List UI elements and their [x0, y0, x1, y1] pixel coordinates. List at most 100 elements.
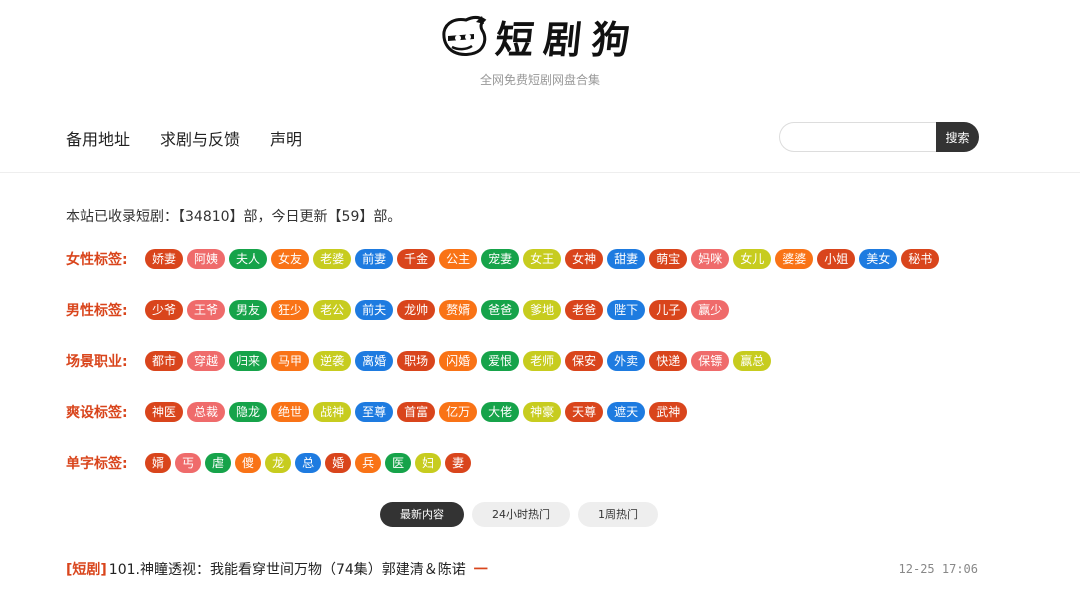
tag-pill[interactable]: 萌宝	[649, 249, 688, 269]
tag-pill[interactable]: 夫人	[229, 249, 268, 269]
logo-text: 短剧狗	[493, 16, 643, 62]
tag-pill[interactable]: 前夫	[355, 300, 394, 320]
tag-pill[interactable]: 陛下	[607, 300, 646, 320]
tag-pill[interactable]: 绝世	[271, 402, 310, 422]
tag-pill[interactable]: 妇	[415, 453, 442, 473]
tag-pill[interactable]: 甜妻	[607, 249, 646, 269]
tag-pill[interactable]: 婚	[325, 453, 352, 473]
tag-pill[interactable]: 老公	[313, 300, 352, 320]
tag-pill[interactable]: 女神	[565, 249, 604, 269]
tag-pill[interactable]: 公主	[439, 249, 478, 269]
header-divider	[0, 172, 1080, 173]
tag-pill[interactable]: 都市	[145, 351, 184, 371]
tag-pill[interactable]: 总裁	[187, 402, 226, 422]
site-logo[interactable]: 短剧狗	[0, 10, 1080, 62]
tag-pill[interactable]: 丐	[175, 453, 202, 473]
tag-row-male: 男性标签: 少爷 王爷 男友 狂少 老公 前夫 龙帅 赘婿 爸爸 爹地 老爸 陛下 儿子 赢少	[66, 300, 730, 320]
tag-pill[interactable]: 狂少	[271, 300, 310, 320]
tag-row-label: 男性标签:	[66, 303, 128, 319]
tag-pill[interactable]: 傻	[235, 453, 262, 473]
tag-pill[interactable]: 前妻	[355, 249, 394, 269]
tag-pill[interactable]: 龙	[265, 453, 292, 473]
tag-pill[interactable]: 男友	[229, 300, 268, 320]
tag-pill[interactable]: 爹地	[523, 300, 562, 320]
tag-pill[interactable]: 秘书	[901, 249, 940, 269]
tag-pill[interactable]: 婆婆	[775, 249, 814, 269]
tag-pill[interactable]: 老婆	[313, 249, 352, 269]
tag-pill[interactable]: 宠妻	[481, 249, 520, 269]
search-button[interactable]: 搜索	[936, 122, 979, 152]
tag-pill[interactable]: 逆袭	[313, 351, 352, 371]
tag-pill[interactable]: 赢少	[691, 300, 730, 320]
tag-pill[interactable]: 赢总	[733, 351, 772, 371]
tag-row-single-char: 单字标签: 婿丐虐傻龙总婚兵医妇妻	[66, 453, 472, 473]
tag-pill[interactable]: 赘婿	[439, 300, 478, 320]
tag-row-label: 爽设标签:	[66, 405, 128, 421]
tag-pill[interactable]: 爸爸	[481, 300, 520, 320]
tag-pill[interactable]: 娇妻	[145, 249, 184, 269]
nav-item-request-feedback[interactable]: 求剧与反馈	[160, 126, 240, 150]
tag-pill[interactable]: 阿姨	[187, 249, 226, 269]
tab-24h-hot[interactable]: 24小时热门	[472, 502, 570, 527]
tag-pill[interactable]: 兵	[355, 453, 382, 473]
tag-pill[interactable]: 龙帅	[397, 300, 436, 320]
tag-pill[interactable]: 首富	[397, 402, 436, 422]
tag-pill[interactable]: 归来	[229, 351, 268, 371]
tag-pill[interactable]: 妈咪	[691, 249, 730, 269]
tag-pill[interactable]: 保镖	[691, 351, 730, 371]
tag-pill[interactable]: 神豪	[523, 402, 562, 422]
nav-item-backup-address[interactable]: 备用地址	[66, 126, 130, 150]
tag-pill[interactable]: 美女	[859, 249, 898, 269]
tag-list: 神医 总裁 隐龙 绝世 战神 至尊 首富 亿万 大佬 神豪 天尊 遮天 武神	[145, 402, 688, 422]
tab-latest[interactable]: 最新内容	[380, 502, 464, 527]
dog-icon	[442, 15, 487, 56]
tag-pill[interactable]: 婿	[145, 453, 172, 473]
tag-pill[interactable]: 保安	[565, 351, 604, 371]
tag-pill[interactable]: 外卖	[607, 351, 646, 371]
tag-pill[interactable]: 妻	[445, 453, 472, 473]
tag-row-female: 女性标签: 娇妻 阿姨 夫人 女友 老婆 前妻 千金 公主 宠妻 女王 女神 甜妻 萌宝 妈咪 女儿 婆婆 小姐…	[66, 249, 940, 269]
tag-pill[interactable]: 医	[385, 453, 412, 473]
tag-row-power: 爽设标签: 神医 总裁 隐龙 绝世 战神 至尊 首富 亿万 大佬 神豪 天尊 遮天 武神	[66, 402, 688, 422]
tag-pill[interactable]: 快递	[649, 351, 688, 371]
list-item[interactable]: [短剧] 101.神瞳透视：我能看穿世间万物（74集）郭建清＆陈诺 一 12-2…	[66, 559, 978, 579]
tag-pill[interactable]: 老师	[523, 351, 562, 371]
tag-pill[interactable]: 闪婚	[439, 351, 478, 371]
tag-pill[interactable]: 神医	[145, 402, 184, 422]
tag-pill[interactable]: 至尊	[355, 402, 394, 422]
tag-pill[interactable]: 离婚	[355, 351, 394, 371]
tag-pill[interactable]: 战神	[313, 402, 352, 422]
tag-pill[interactable]: 千金	[397, 249, 436, 269]
search-input[interactable]	[779, 122, 936, 152]
tag-pill[interactable]: 隐龙	[229, 402, 268, 422]
tag-row-label: 单字标签:	[66, 456, 128, 472]
tag-pill[interactable]: 儿子	[649, 300, 688, 320]
tag-pill[interactable]: 女儿	[733, 249, 772, 269]
tag-pill[interactable]: 大佬	[481, 402, 520, 422]
tag-pill[interactable]: 女友	[271, 249, 310, 269]
main-nav: 备用地址 求剧与反馈 声明	[66, 126, 302, 150]
tag-pill[interactable]: 穿越	[187, 351, 226, 371]
tag-pill[interactable]: 女王	[523, 249, 562, 269]
tag-pill[interactable]: 亿万	[439, 402, 478, 422]
tag-pill[interactable]: 遮天	[607, 402, 646, 422]
item-title[interactable]: 101.神瞳透视：我能看穿世间万物（74集）郭建清＆陈诺	[109, 559, 466, 579]
tag-pill[interactable]: 总	[295, 453, 322, 473]
content-tabs: 最新内容 24小时热门 1周热门	[380, 502, 658, 527]
tag-pill[interactable]: 少爷	[145, 300, 184, 320]
site-subtitle: 全网免费短剧网盘合集	[479, 73, 600, 87]
tag-pill[interactable]: 小姐	[817, 249, 856, 269]
tab-week-hot[interactable]: 1周热门	[578, 502, 658, 527]
tag-pill[interactable]: 天尊	[565, 402, 604, 422]
nav-item-statement[interactable]: 声明	[270, 126, 302, 150]
item-category[interactable]: [短剧]	[66, 559, 107, 579]
tag-pill[interactable]: 马甲	[271, 351, 310, 371]
tag-pill[interactable]: 武神	[649, 402, 688, 422]
tag-pill[interactable]: 职场	[397, 351, 436, 371]
tag-pill[interactable]: 爱恨	[481, 351, 520, 371]
tag-pill[interactable]: 虐	[205, 453, 232, 473]
tag-list: 娇妻 阿姨 夫人 女友 老婆 前妻 千金 公主 宠妻 女王 女神 甜妻 萌宝 妈咪 女儿 婆婆 小姐 美女 秘书	[145, 249, 940, 269]
tag-row-label: 场景职业:	[66, 354, 128, 370]
tag-pill[interactable]: 老爸	[565, 300, 604, 320]
tag-pill[interactable]: 王爷	[187, 300, 226, 320]
